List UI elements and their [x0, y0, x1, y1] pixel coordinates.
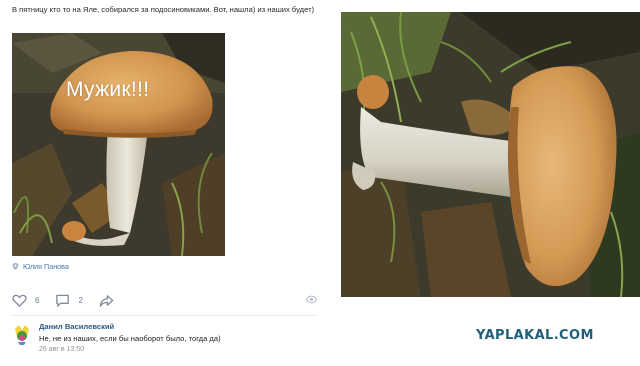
- comment-timestamp[interactable]: 26 авг в 13:50: [39, 346, 84, 353]
- like-button[interactable]: 6: [12, 293, 39, 308]
- post-text: В пятницу кто то на Яле, собирался за по…: [12, 5, 315, 14]
- reply-link[interactable]: Ответить: [86, 346, 116, 353]
- comment-text: Не, не из наших, если бы наоборот было, …: [39, 334, 221, 343]
- watermark-logo: YAPLAKAL.COM: [476, 328, 594, 343]
- comment-button[interactable]: 2: [55, 293, 83, 308]
- post-actions: 6 2: [12, 292, 317, 308]
- post-photo-1[interactable]: Мужик!!!: [12, 33, 225, 256]
- mushroom-photo-image: [12, 33, 225, 256]
- comment-icon: [56, 294, 70, 307]
- views-counter: [306, 295, 317, 304]
- avatar[interactable]: [12, 323, 32, 345]
- eye-icon: [306, 295, 317, 304]
- divider: [12, 315, 317, 316]
- comment-meta: 26 авг в 13:50 Ответить: [39, 346, 116, 353]
- mushroom-closeup-image: [341, 12, 640, 297]
- like-count: 6: [35, 295, 40, 305]
- comment-count: 2: [78, 295, 83, 305]
- share-button[interactable]: [99, 293, 114, 308]
- comment-author[interactable]: Данил Василевский: [39, 322, 114, 331]
- location-pin-icon: [12, 263, 19, 270]
- heart-icon: [12, 294, 27, 307]
- share-icon: [99, 294, 114, 307]
- post-author-name: Юлия Панова: [23, 262, 69, 271]
- post-photo-2[interactable]: [341, 12, 640, 297]
- post-author[interactable]: Юлия Панова: [12, 262, 69, 271]
- image-caption: Мужик!!!: [66, 78, 150, 101]
